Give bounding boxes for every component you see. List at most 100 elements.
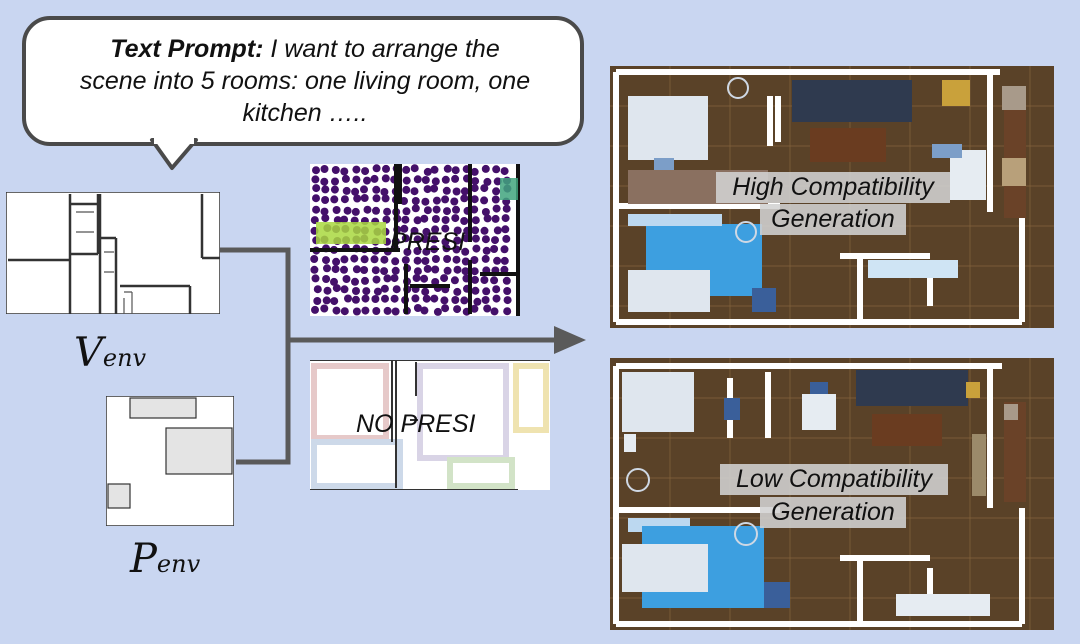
- heatmap-dot: [352, 175, 361, 184]
- heatmap-dot: [423, 206, 432, 215]
- heatmap-dot: [501, 214, 510, 223]
- heatmap-dot: [391, 307, 400, 316]
- heatmap-dot: [423, 264, 432, 273]
- heatmap-dot: [332, 257, 341, 266]
- text-prompt-line2: scene into 5 rooms: one living room, one: [79, 66, 531, 95]
- heatmap-dot: [471, 226, 480, 235]
- heatmap-dot: [310, 265, 319, 274]
- heatmap-dot: [422, 294, 431, 303]
- heatmap-dot: [420, 306, 429, 315]
- heatmap-dot: [443, 164, 452, 173]
- heatmap-dot: [503, 296, 512, 305]
- heatmap-dot: [310, 255, 319, 263]
- heatmap-dot: [410, 187, 419, 196]
- heatmap-dot: [480, 226, 489, 235]
- heatmap-dot: [441, 216, 450, 224]
- heatmap-dot: [353, 194, 362, 203]
- heatmap-dot: [372, 185, 381, 194]
- heatmap-dot: [351, 207, 360, 216]
- heatmap-dot: [432, 196, 441, 205]
- heatmap-dot: [491, 195, 500, 204]
- heatmap-dot: [500, 256, 509, 265]
- heatmap-dot: [481, 164, 490, 173]
- p-env-subscript: env: [156, 550, 201, 578]
- heatmap-dot: [460, 217, 469, 225]
- heatmap-dot: [431, 215, 440, 223]
- heatmap-dot: [390, 294, 399, 303]
- heatmap-dot: [342, 186, 351, 195]
- high-compat-caption-2: Generation: [760, 204, 906, 236]
- heatmap-dot: [452, 187, 461, 196]
- high-compat-line2: Generation: [771, 205, 895, 233]
- heatmap-dot: [493, 226, 502, 235]
- heatmap-dot: [430, 165, 439, 174]
- heatmap-dot: [493, 256, 502, 265]
- heatmap-dot: [340, 167, 349, 176]
- heatmap-dot: [402, 207, 411, 216]
- heatmap-dot: [443, 266, 452, 275]
- heatmap-dot: [372, 307, 381, 315]
- heatmap-dot: [421, 257, 430, 265]
- v-env-label: Venv: [74, 330, 146, 376]
- heatmap-dot: [401, 256, 410, 265]
- heatmap-dot: [500, 167, 509, 176]
- heatmap-dot: [451, 166, 460, 175]
- heatmap-dot: [431, 265, 440, 274]
- heatmap-dot: [312, 194, 320, 203]
- heatmap-dot: [332, 306, 341, 315]
- heatmap-dot: [402, 185, 411, 194]
- heatmap-dot: [490, 276, 499, 285]
- heatmap-dot: [503, 307, 512, 316]
- heatmap-dot: [430, 294, 439, 303]
- heatmap-dot: [481, 296, 490, 304]
- heatmap-dot: [441, 195, 450, 204]
- p-env-layout: [106, 396, 234, 526]
- heatmap-dot: [413, 175, 422, 184]
- heatmap-dot: [340, 195, 349, 204]
- v-env-symbol: V: [74, 330, 103, 376]
- v-env-subscript: env: [102, 344, 147, 372]
- heatmap-dot: [360, 255, 369, 264]
- heatmap-dot: [430, 184, 439, 193]
- heatmap-dot: [322, 296, 331, 305]
- heatmap-dot: [431, 177, 440, 186]
- heatmap-dot: [372, 164, 381, 173]
- heatmap-dot: [480, 196, 489, 205]
- heatmap-dot: [311, 305, 319, 314]
- heatmap-dot: [471, 216, 480, 225]
- heatmap-dot: [490, 307, 499, 316]
- heatmap-dot: [412, 274, 421, 282]
- p-env-symbol: P: [130, 536, 157, 582]
- heatmap-dot: [321, 196, 330, 204]
- heatmap-dot: [320, 165, 329, 173]
- heatmap-dot: [340, 285, 349, 294]
- heatmap-dot: [383, 207, 392, 216]
- heatmap-dot: [352, 265, 361, 274]
- heatmap-dot: [344, 294, 352, 303]
- heatmap-dot: [313, 285, 322, 294]
- heatmap-dot: [361, 306, 370, 315]
- heatmap-dot: [313, 297, 322, 305]
- heatmap-dot: [391, 266, 400, 275]
- text-prompt-lead: Text Prompt:: [110, 35, 264, 63]
- heatmap-dot: [413, 267, 422, 276]
- heatmap-dot: [321, 185, 330, 194]
- heatmap-dot: [320, 304, 329, 313]
- heatmap-dot: [362, 287, 371, 296]
- heatmap-dot: [363, 205, 372, 214]
- heatmap-dot: [342, 275, 351, 283]
- heatmap-dot: [352, 287, 360, 295]
- heatmap-dot: [312, 205, 321, 214]
- heatmap-dot: [492, 204, 501, 213]
- heatmap-dot: [352, 307, 361, 316]
- heatmap-dot: [473, 297, 482, 306]
- heatmap-dot: [450, 276, 459, 285]
- heatmap-dot: [440, 296, 449, 305]
- heatmap-dot: [332, 284, 341, 293]
- heatmap-dot: [482, 287, 491, 296]
- heatmap-dot: [360, 266, 369, 274]
- heatmap-dot: [471, 286, 480, 295]
- heatmap-dot: [451, 214, 460, 223]
- heatmap-dot: [471, 234, 480, 243]
- text-prompt: Text Prompt: I want to arrange the scene…: [40, 34, 570, 129]
